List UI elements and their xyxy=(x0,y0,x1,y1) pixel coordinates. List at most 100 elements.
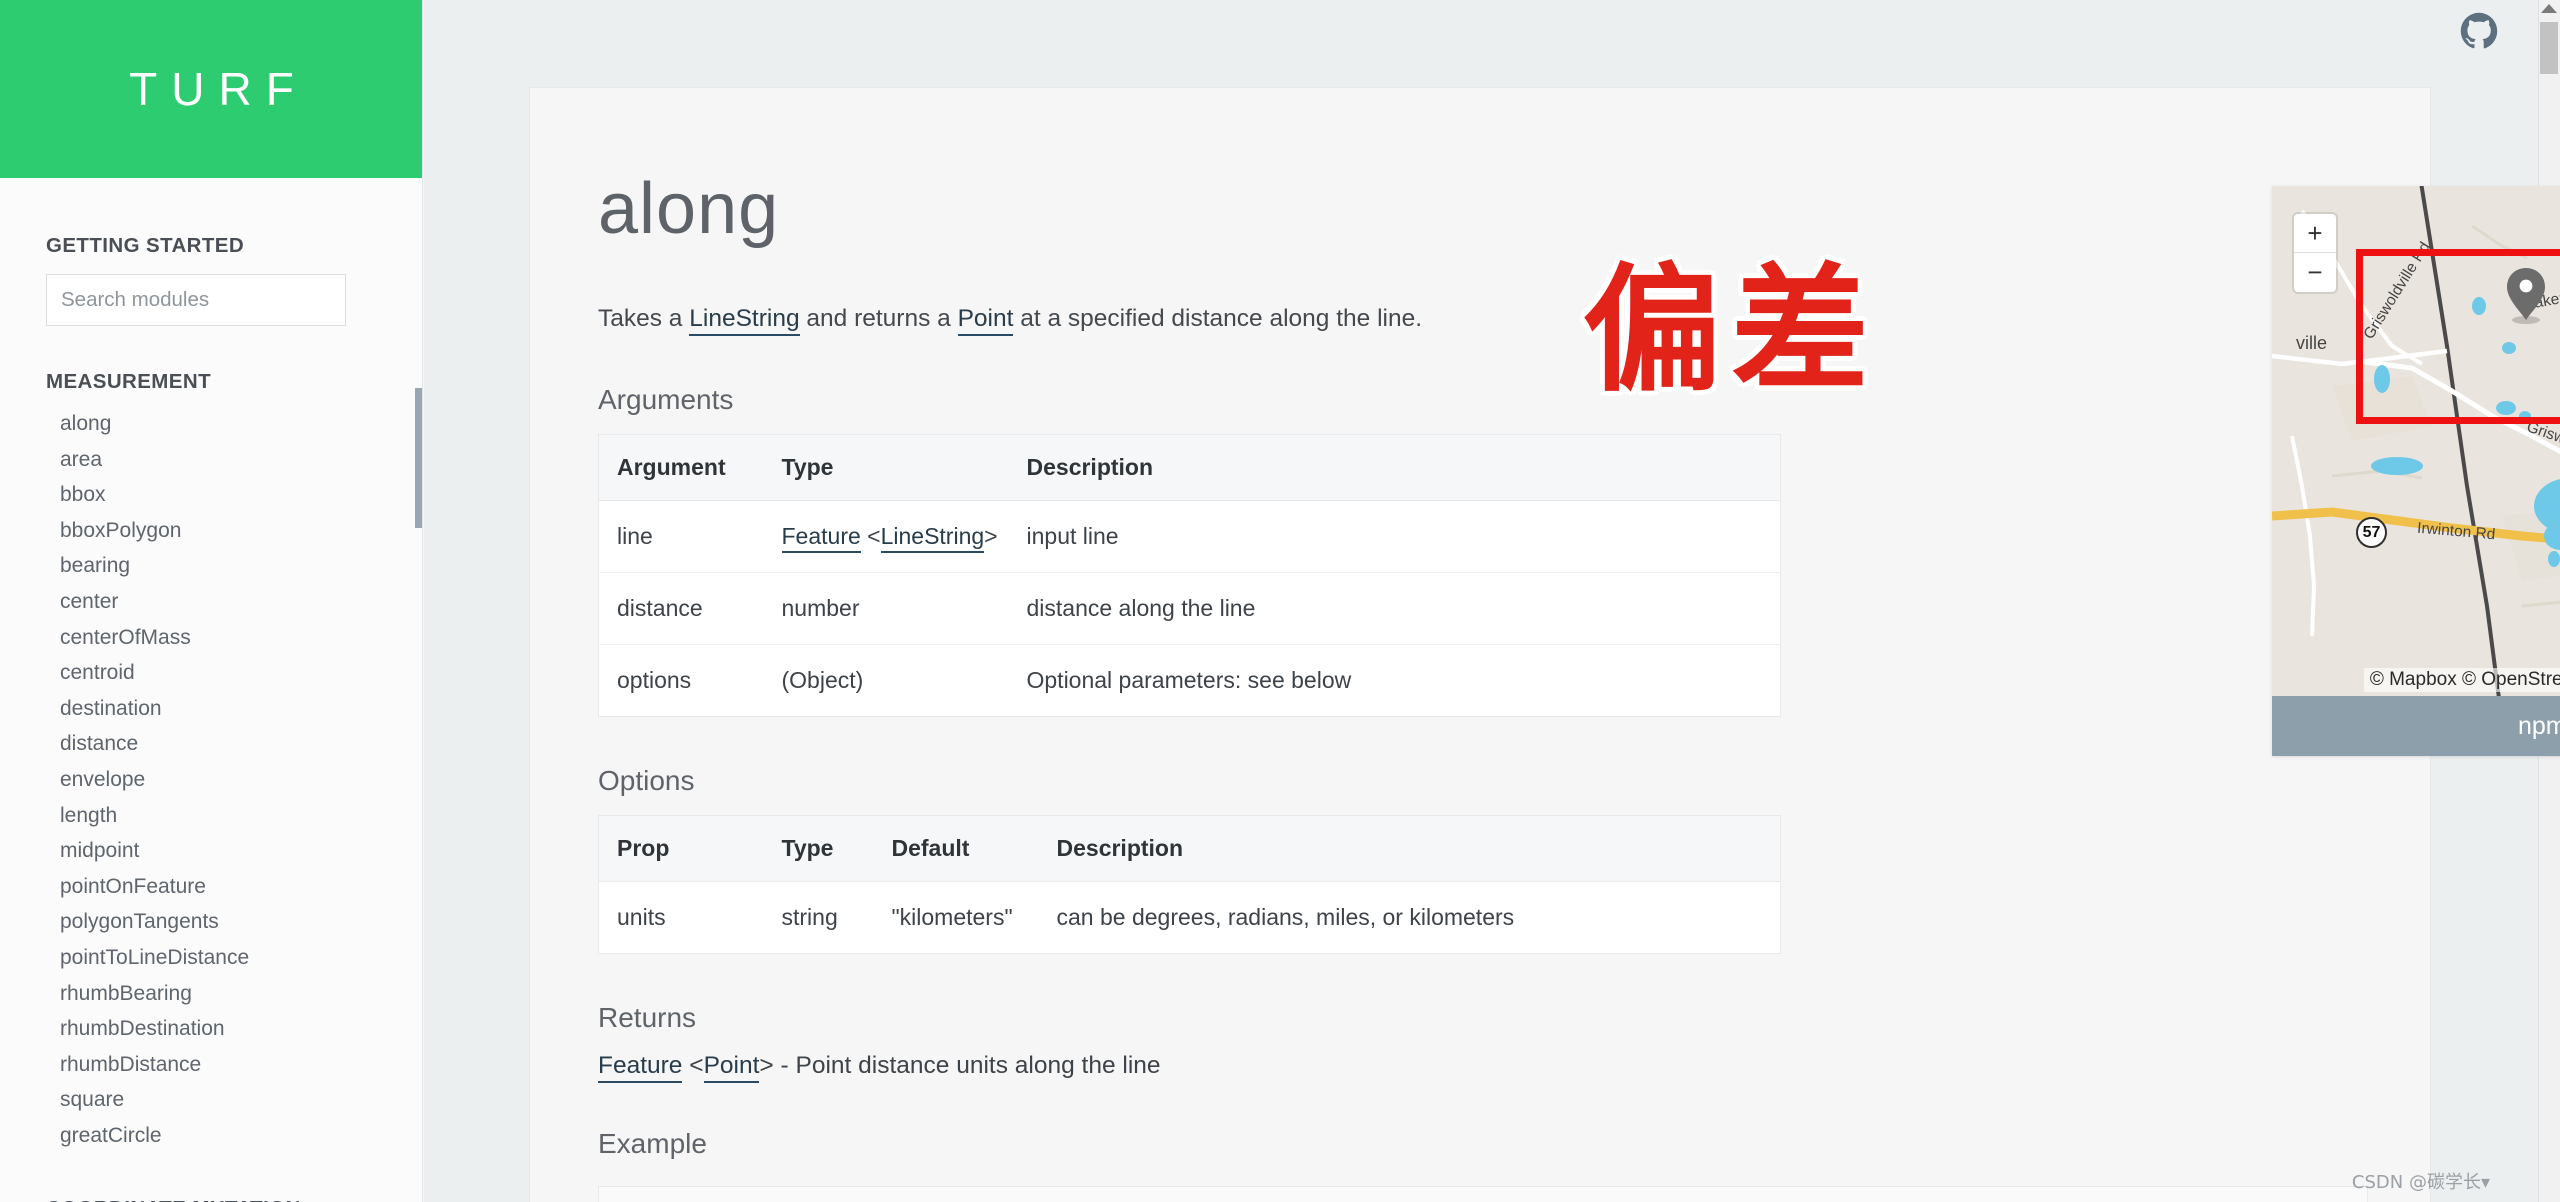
map-widget: + − Griswoldville Rd Baker Rd Griswoldvi… xyxy=(2272,186,2560,756)
sidebar-scrollbar-track[interactable] xyxy=(415,0,422,1202)
sidebar-item-centerofmass[interactable]: centerOfMass xyxy=(0,620,422,656)
brand-title: TURF xyxy=(129,63,308,115)
point-link[interactable]: Point xyxy=(957,305,1014,336)
th-type: Type xyxy=(763,815,874,883)
th-prop: Prop xyxy=(598,815,764,883)
scroll-up-arrow-icon[interactable] xyxy=(2541,4,2557,13)
map-canvas[interactable]: + − Griswoldville Rd Baker Rd Griswoldvi… xyxy=(2272,186,2560,696)
table-row: options (Object) Optional parameters: se… xyxy=(599,645,1781,717)
sidebar-section-coordinate-mutation: COORDINATE MUTATION xyxy=(0,1197,422,1202)
sidebar-item-midpoint[interactable]: midpoint xyxy=(0,833,422,869)
arguments-table: Argument Type Description line Feature <… xyxy=(598,434,1781,718)
attribution-sources: © Mapbox © OpenStreetMap xyxy=(2369,669,2560,690)
github-icon[interactable] xyxy=(2460,12,2498,50)
cell-type: (Object) xyxy=(781,667,864,694)
map-attribution: © Mapbox © OpenStreetMap Improve this ma… xyxy=(2363,668,2560,692)
cell-prop: units xyxy=(617,904,666,931)
cell-default: "kilometers" xyxy=(891,904,1013,931)
sidebar-section-getting-started: GETTING STARTED xyxy=(46,234,245,257)
intro-paragraph: Takes a LineString and returns a Point a… xyxy=(530,302,2430,336)
returns-heading: Returns xyxy=(598,1002,697,1034)
sidebar-item-along[interactable]: along xyxy=(0,406,422,442)
sidebar-item-rhumbdestination[interactable]: rhumbDestination xyxy=(0,1011,422,1047)
cell-argument: line xyxy=(598,500,764,574)
example-heading: Example xyxy=(598,1128,707,1160)
type-close: > xyxy=(984,523,998,550)
sidebar-item-destination[interactable]: destination xyxy=(0,691,422,727)
cell-type: string xyxy=(781,904,838,931)
intro-suffix: at a specified distance along the line. xyxy=(1013,305,1423,332)
th-description: Description xyxy=(1038,815,1781,883)
th-default: Default xyxy=(873,815,1039,883)
code-example-block: var line = turf.lineString([[-83, 30], [… xyxy=(598,1186,2368,1202)
returns-mid: < xyxy=(682,1052,704,1080)
place-label: ville xyxy=(2296,333,2328,353)
cell-argument: distance xyxy=(598,572,764,646)
page-scrollbar-thumb[interactable] xyxy=(2540,22,2558,74)
page-title: along xyxy=(598,169,780,249)
cell-type: number xyxy=(763,572,1009,646)
cell-description: can be degrees, radians, miles, or kilom… xyxy=(1056,904,1515,931)
sidebar-item-length[interactable]: length xyxy=(0,798,422,834)
route-shield: 57 xyxy=(2356,517,2387,548)
documentation-body: along Takes a LineString and returns a P… xyxy=(530,88,2430,1202)
table-header-row: Argument Type Description xyxy=(598,434,1781,502)
top-bar xyxy=(424,0,2560,60)
feature-return-link[interactable]: Feature xyxy=(598,1052,683,1084)
sidebar-item-bearing[interactable]: bearing xyxy=(0,548,422,584)
measurement-nav-list: along area bbox bboxPolygon bearing center cen… xyxy=(0,406,422,1153)
zoom-controls: + − xyxy=(2294,214,2336,292)
feature-link[interactable]: Feature xyxy=(781,523,861,554)
linestring-type-link[interactable]: LineString xyxy=(880,523,985,554)
linestring-link[interactable]: LineString xyxy=(689,305,800,336)
sidebar-item-polygontangents[interactable]: polygonTangents xyxy=(0,904,422,940)
search-container xyxy=(0,274,422,326)
npm-install-command[interactable]: npm install @turf/along xyxy=(2518,712,2560,741)
th-type: Type xyxy=(763,434,1009,502)
sidebar-item-pointonfeature[interactable]: pointOnFeature xyxy=(0,869,422,905)
sidebar-scrollbar-thumb[interactable] xyxy=(415,388,422,528)
documentation-card: along Takes a LineString and returns a P… xyxy=(529,87,2431,1202)
cell-description: Optional parameters: see below xyxy=(1026,667,1352,694)
map-marker-icon[interactable] xyxy=(2504,266,2548,326)
cell-description: input line xyxy=(1008,500,1781,574)
cell-type: Feature <LineString> xyxy=(763,500,1009,574)
search-input[interactable] xyxy=(46,274,346,326)
cell-description: distance along the line xyxy=(1008,572,1781,646)
sidebar-item-bboxpolygon[interactable]: bboxPolygon xyxy=(0,513,422,549)
sidebar-item-bbox[interactable]: bbox xyxy=(0,477,422,513)
main-content: along Takes a LineString and returns a P… xyxy=(424,0,2560,1202)
npm-install-bar: npm install @turf/along xyxy=(2272,696,2560,756)
sidebar-nav: GETTING STARTED MEASUREMENT alongareabbo… xyxy=(0,234,422,1202)
intro-middle: and returns a xyxy=(799,305,958,332)
sidebar-item-envelope[interactable]: envelope xyxy=(0,762,422,798)
sidebar-item-greatcircle[interactable]: greatCircle xyxy=(0,1118,422,1154)
point-return-link[interactable]: Point xyxy=(703,1052,760,1084)
sidebar-item-center[interactable]: center xyxy=(0,584,422,620)
sidebar-item-rhumbdistance[interactable]: rhumbDistance xyxy=(0,1047,422,1083)
th-argument: Argument xyxy=(598,434,764,502)
table-header-row: Prop Type Default Description xyxy=(598,815,1781,883)
sidebar-item-pointtolinedistance[interactable]: pointToLineDistance xyxy=(0,940,422,976)
returns-suffix: > - Point distance units along the line xyxy=(759,1052,1161,1080)
zoom-in-button[interactable]: + xyxy=(2294,214,2336,253)
sidebar: TURF GETTING STARTED MEASUREMENT alongar… xyxy=(0,0,423,1202)
table-row: distance number distance along the line xyxy=(598,572,1781,646)
annotation-overlay-text: 偏差 xyxy=(1583,250,1880,411)
sidebar-item-rhumbbearing[interactable]: rhumbBearing xyxy=(0,976,422,1012)
cell-argument: options xyxy=(617,667,692,694)
csdn-watermark: CSDN @碳学长▾ xyxy=(2351,1172,2490,1193)
zoom-out-button[interactable]: − xyxy=(2294,253,2336,292)
options-table: Prop Type Default Description units stri… xyxy=(598,815,1781,955)
sidebar-item-area[interactable]: area xyxy=(0,442,422,478)
th-description: Description xyxy=(1008,434,1781,502)
table-row: line Feature <LineString> input line xyxy=(598,500,1781,574)
sidebar-item-centroid[interactable]: centroid xyxy=(0,655,422,691)
sidebar-item-distance[interactable]: distance xyxy=(0,726,422,762)
brand-header[interactable]: TURF xyxy=(0,0,422,178)
options-heading: Options xyxy=(598,765,695,797)
table-row: units string "kilometers" can be degrees… xyxy=(599,882,1781,954)
sidebar-item-square[interactable]: square xyxy=(0,1082,422,1118)
type-open: < xyxy=(860,523,881,550)
sidebar-section-measurement: MEASUREMENT xyxy=(46,370,211,393)
